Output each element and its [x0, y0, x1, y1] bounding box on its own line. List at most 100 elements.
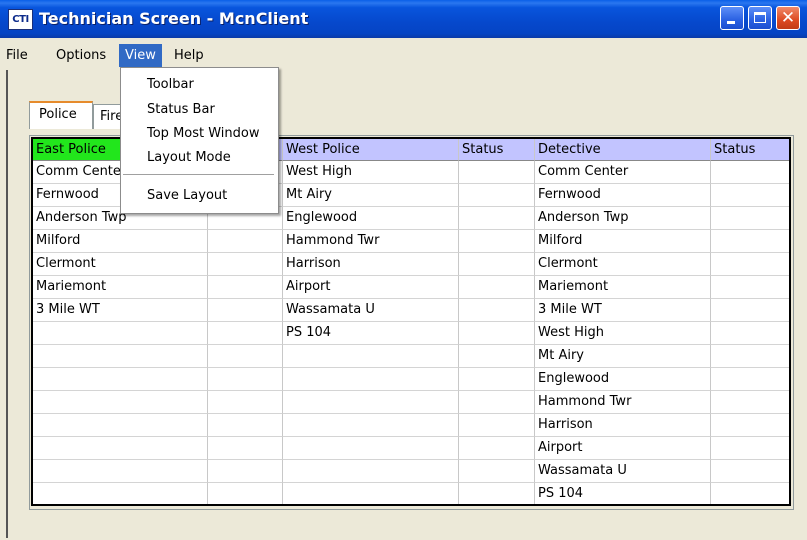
detective-cell[interactable]: Englewood: [535, 368, 711, 391]
west-status-cell: [459, 230, 535, 253]
detective-status-cell: [711, 483, 789, 504]
west-police-cell[interactable]: Wassamata U: [283, 299, 459, 322]
detective-cell[interactable]: PS 104: [535, 483, 711, 504]
east-police-cell[interactable]: Mariemont: [33, 276, 208, 299]
title-bar[interactable]: CTI Technician Screen - McnClient ✕: [0, 0, 807, 38]
east-police-cell: [33, 483, 208, 504]
header-detective-status[interactable]: Status: [711, 139, 789, 161]
menu-separator: [123, 174, 274, 175]
east-police-cell: [33, 368, 208, 391]
app-logo-icon[interactable]: CTI: [8, 9, 33, 30]
close-button[interactable]: ✕: [776, 6, 800, 30]
west-status-cell: [459, 299, 535, 322]
east-status-cell: [208, 391, 283, 414]
west-status-cell: [459, 345, 535, 368]
west-police-cell[interactable]: Mt Airy: [283, 184, 459, 207]
detective-cell[interactable]: West High: [535, 322, 711, 345]
west-status-cell: [459, 184, 535, 207]
header-west-police[interactable]: West Police: [283, 139, 459, 161]
west-police-cell: [283, 437, 459, 460]
menu-item-top-most-window[interactable]: Top Most Window: [121, 123, 276, 145]
west-police-cell: [283, 345, 459, 368]
menu-bar: File Options View Help: [0, 44, 807, 67]
detective-status-cell: [711, 460, 789, 483]
maximize-button[interactable]: [748, 6, 772, 30]
east-status-cell: [208, 230, 283, 253]
east-status-cell: [208, 276, 283, 299]
west-status-cell: [459, 414, 535, 437]
west-status-cell: [459, 437, 535, 460]
west-status-cell: [459, 207, 535, 230]
menu-item-toolbar[interactable]: Toolbar: [121, 74, 276, 96]
east-police-cell[interactable]: 3 Mile WT: [33, 299, 208, 322]
east-police-cell[interactable]: Clermont: [33, 253, 208, 276]
east-status-cell: [208, 345, 283, 368]
west-police-cell: [283, 391, 459, 414]
header-detective[interactable]: Detective: [535, 139, 711, 161]
east-police-cell: [33, 460, 208, 483]
menu-item-layout-mode[interactable]: Layout Mode: [121, 147, 276, 169]
detective-cell[interactable]: Milford: [535, 230, 711, 253]
minimize-icon: [727, 21, 735, 24]
east-status-cell: [208, 299, 283, 322]
west-police-cell[interactable]: PS 104: [283, 322, 459, 345]
west-police-cell[interactable]: Englewood: [283, 207, 459, 230]
menu-help[interactable]: Help: [168, 44, 210, 67]
menu-item-status-bar[interactable]: Status Bar: [121, 99, 276, 121]
detective-status-cell: [711, 253, 789, 276]
detective-status-cell: [711, 230, 789, 253]
menu-file[interactable]: File: [0, 44, 34, 67]
detective-cell[interactable]: 3 Mile WT: [535, 299, 711, 322]
detective-status-cell: [711, 345, 789, 368]
west-status-cell: [459, 253, 535, 276]
east-police-cell: [33, 414, 208, 437]
detective-status-cell: [711, 184, 789, 207]
west-status-cell: [459, 483, 535, 504]
detective-cell[interactable]: Fernwood: [535, 184, 711, 207]
west-police-cell[interactable]: Hammond Twr: [283, 230, 459, 253]
west-police-cell: [283, 460, 459, 483]
east-status-cell: [208, 253, 283, 276]
east-police-cell: [33, 391, 208, 414]
menu-item-save-layout[interactable]: Save Layout: [121, 185, 276, 207]
window-title: Technician Screen - McnClient: [39, 9, 309, 28]
detective-cell[interactable]: Clermont: [535, 253, 711, 276]
west-status-cell: [459, 391, 535, 414]
west-status-cell: [459, 460, 535, 483]
east-status-cell: [208, 322, 283, 345]
west-status-cell: [459, 161, 535, 184]
detective-status-cell: [711, 437, 789, 460]
east-police-cell[interactable]: Milford: [33, 230, 208, 253]
maximize-icon: [754, 12, 766, 23]
west-police-cell[interactable]: Harrison: [283, 253, 459, 276]
detective-cell[interactable]: Airport: [535, 437, 711, 460]
tab-police[interactable]: Police: [29, 101, 93, 129]
header-west-status[interactable]: Status: [459, 139, 535, 161]
east-status-cell: [208, 460, 283, 483]
detective-cell[interactable]: Anderson Twp: [535, 207, 711, 230]
west-police-cell: [283, 414, 459, 437]
detective-cell[interactable]: Comm Center: [535, 161, 711, 184]
east-police-cell: [33, 345, 208, 368]
detective-cell[interactable]: Harrison: [535, 414, 711, 437]
detective-status-cell: [711, 322, 789, 345]
detective-cell[interactable]: Wassamata U: [535, 460, 711, 483]
west-police-cell[interactable]: West High: [283, 161, 459, 184]
detective-cell[interactable]: Mt Airy: [535, 345, 711, 368]
menu-options[interactable]: Options: [50, 44, 112, 67]
detective-cell[interactable]: Mariemont: [535, 276, 711, 299]
detective-status-cell: [711, 368, 789, 391]
view-menu-dropdown: Toolbar Status Bar Top Most Window Layou…: [120, 67, 279, 214]
menu-view[interactable]: View: [119, 44, 162, 67]
west-status-cell: [459, 368, 535, 391]
east-status-cell: [208, 368, 283, 391]
detective-status-cell: [711, 276, 789, 299]
detective-cell[interactable]: Hammond Twr: [535, 391, 711, 414]
west-police-cell[interactable]: Airport: [283, 276, 459, 299]
detective-status-cell: [711, 161, 789, 184]
minimize-button[interactable]: [720, 6, 744, 30]
east-status-cell: [208, 437, 283, 460]
detective-status-cell: [711, 207, 789, 230]
close-icon: ✕: [780, 8, 796, 28]
west-police-cell: [283, 483, 459, 504]
